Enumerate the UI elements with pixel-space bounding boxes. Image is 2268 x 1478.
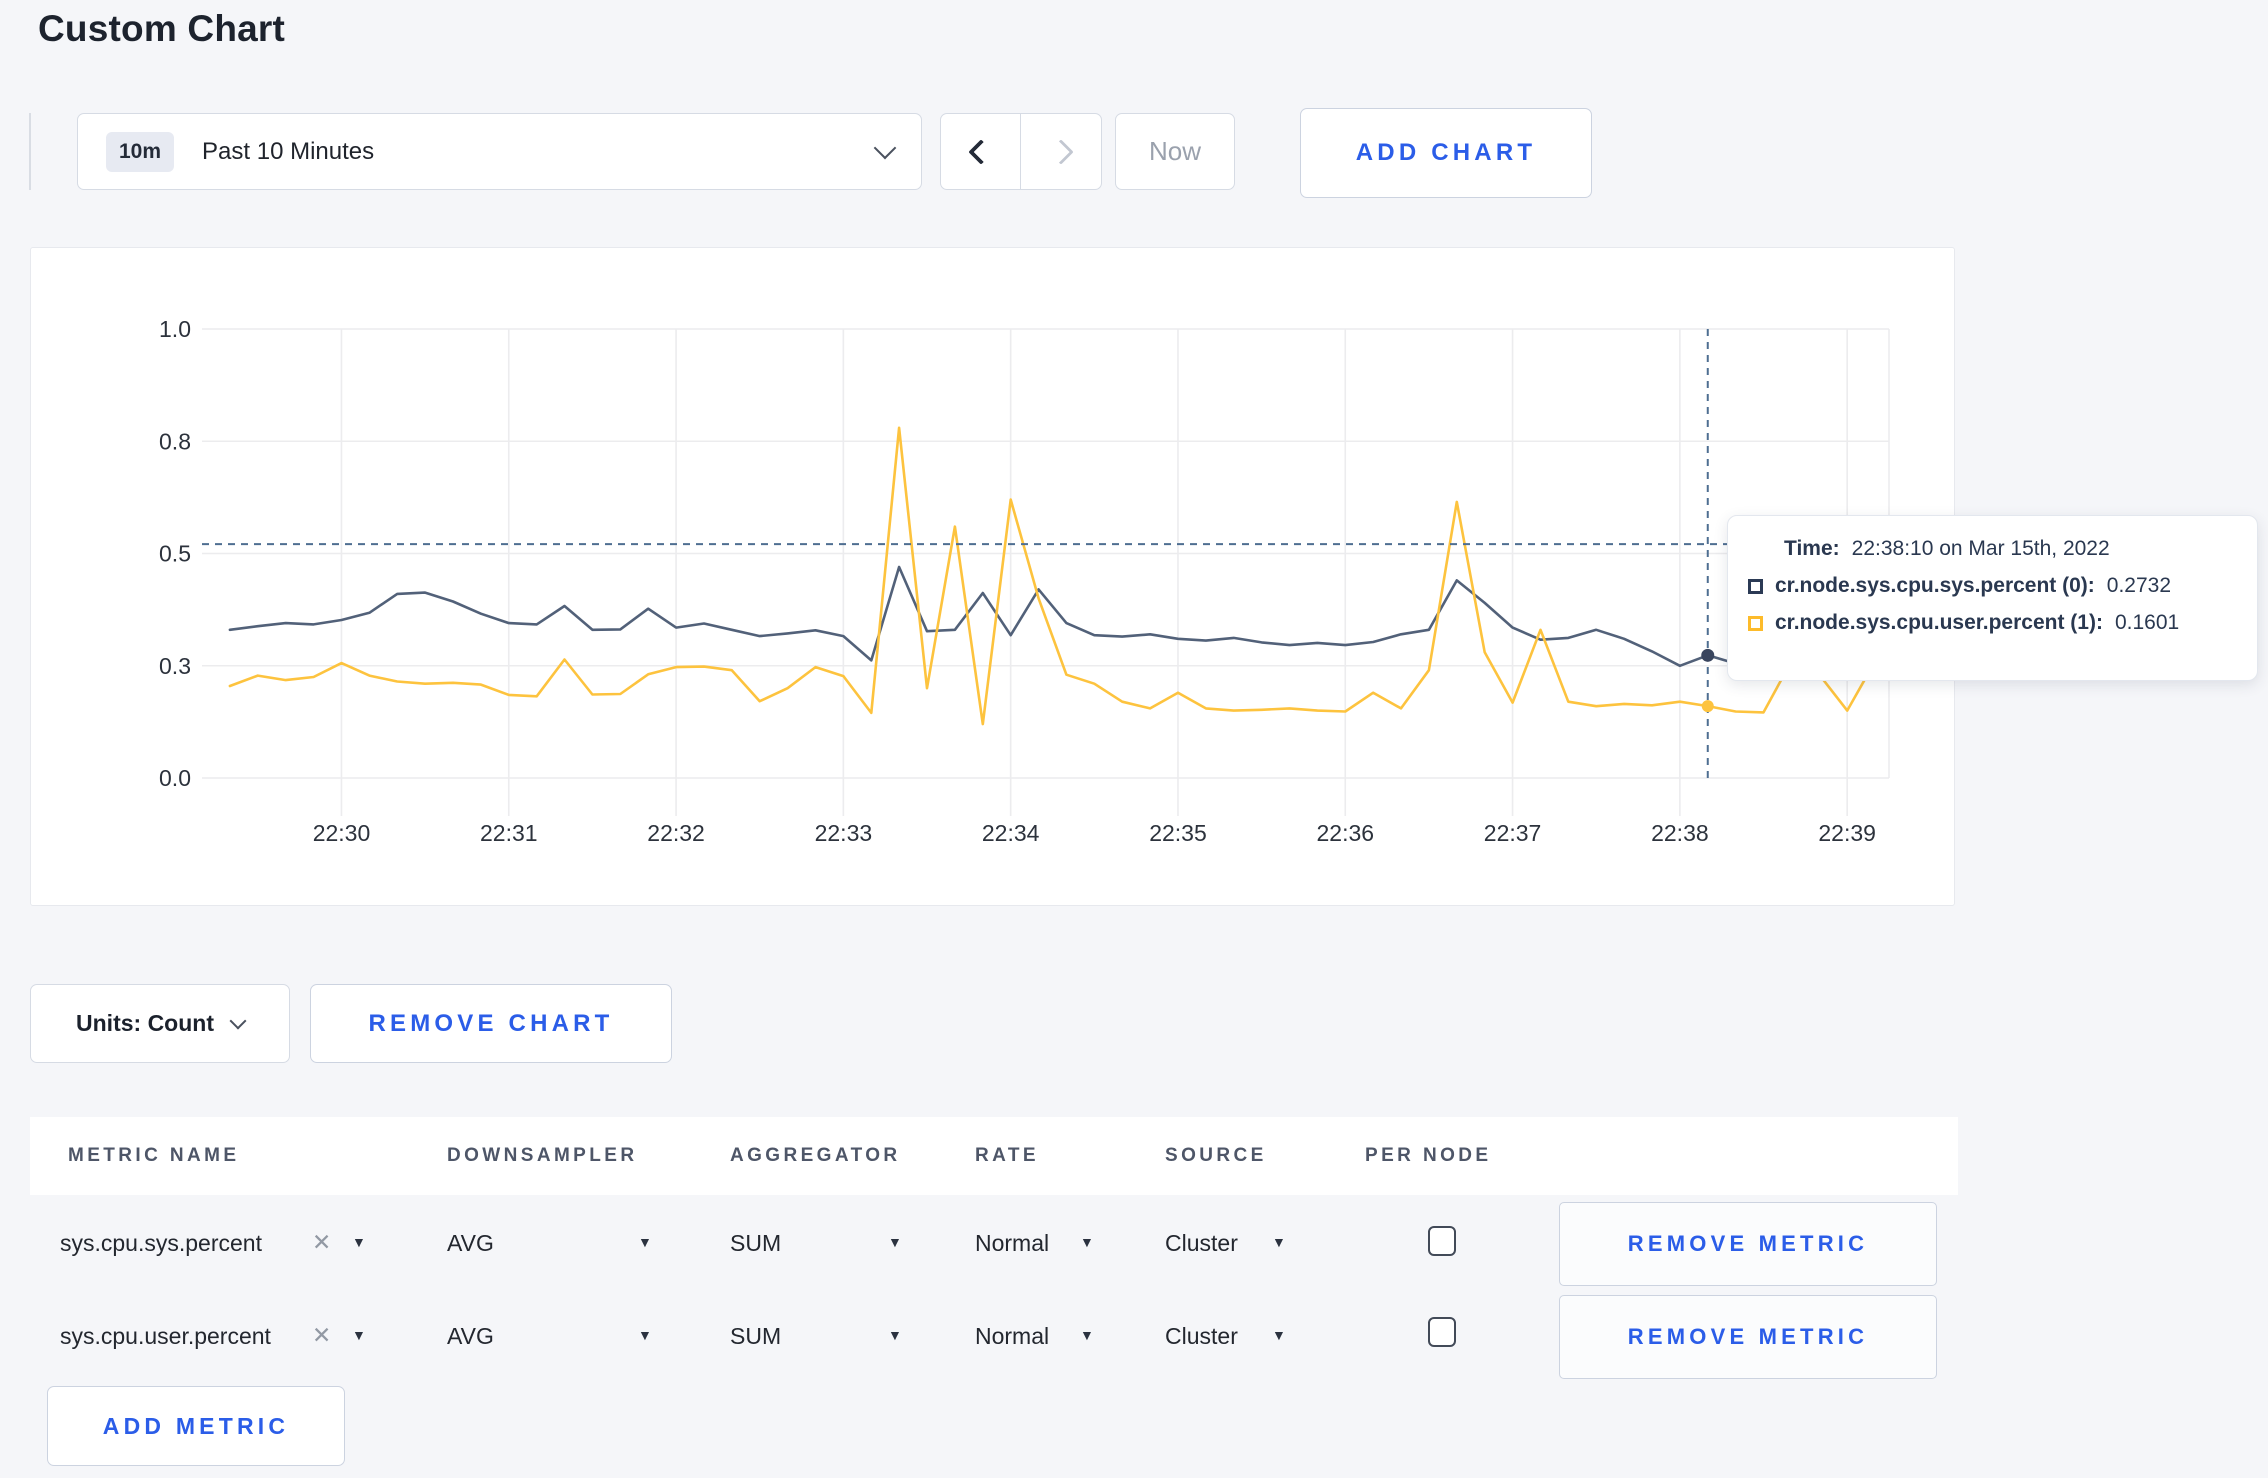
col-downsampler: DOWNSAMPLER — [447, 1145, 638, 1166]
x-tick-label: 22:31 — [480, 820, 538, 846]
tooltip-series-row: cr.node.sys.cpu.user.percent (1): 0.1601 — [1748, 611, 2233, 635]
per-node-checkbox[interactable] — [1428, 1226, 1456, 1256]
caret-down-icon[interactable]: ▼ — [1080, 1234, 1094, 1250]
caret-down-icon[interactable]: ▼ — [352, 1327, 366, 1343]
chart-canvas[interactable]: 0.0 0.3 0.5 0.8 1.0 22:30 22:31 22:32 22:33 22:34… — [31, 248, 1954, 905]
chevron-right-icon — [1048, 138, 1074, 165]
x-tick-label: 22:37 — [1484, 820, 1542, 846]
y-tick-label: 0.5 — [159, 541, 191, 567]
caret-down-icon[interactable]: ▼ — [1272, 1234, 1286, 1250]
remove-metric-button[interactable]: REMOVE METRIC — [1559, 1202, 1937, 1286]
x-tick-label: 22:33 — [815, 820, 873, 846]
add-metric-button[interactable]: ADD METRIC — [47, 1386, 345, 1466]
chevron-down-icon — [873, 136, 897, 159]
caret-down-icon[interactable]: ▼ — [888, 1234, 902, 1250]
metrics-table-header: METRIC NAME DOWNSAMPLER AGGREGATOR RATE … — [30, 1117, 1958, 1195]
metric-name-value[interactable]: sys.cpu.sys.percent — [60, 1230, 262, 1257]
aggregator-select[interactable]: SUM — [730, 1230, 781, 1257]
source-select[interactable]: Cluster — [1165, 1230, 1238, 1257]
now-button[interactable]: Now — [1115, 113, 1235, 190]
chevron-down-icon — [229, 1012, 247, 1029]
col-source: SOURCE — [1165, 1145, 1267, 1166]
tooltip-time-label: Time: — [1784, 537, 1840, 560]
y-tick-label: 0.0 — [159, 765, 191, 791]
page-title: Custom Chart — [38, 8, 286, 49]
tooltip-time-row: Time: 22:38:10 on Mar 15th, 2022 — [1784, 537, 2233, 561]
rate-select[interactable]: Normal — [975, 1323, 1049, 1350]
add-chart-button[interactable]: ADD CHART — [1300, 108, 1592, 198]
col-rate: RATE — [975, 1145, 1039, 1166]
y-tick-label: 0.8 — [159, 428, 191, 454]
series-user-line — [228, 426, 1877, 726]
col-metric-name: METRIC NAME — [68, 1145, 240, 1166]
hover-dot-user — [1701, 700, 1714, 713]
toolbar-divider — [29, 113, 31, 190]
col-aggregator: AGGREGATOR — [730, 1145, 901, 1166]
y-tick-label: 0.3 — [159, 653, 191, 679]
chart-tooltip: Time: 22:38:10 on Mar 15th, 2022 cr.node… — [1727, 515, 2258, 681]
source-select[interactable]: Cluster — [1165, 1323, 1238, 1350]
x-tick-label: 22:36 — [1316, 820, 1374, 846]
x-tick-label: 22:32 — [647, 820, 705, 846]
remove-chart-button[interactable]: REMOVE CHART — [310, 984, 672, 1063]
tooltip-series-value: 0.1601 — [2114, 611, 2180, 634]
x-tick-label: 22:30 — [313, 820, 371, 846]
col-per-node: PER NODE — [1365, 1145, 1492, 1166]
series-sys-line — [228, 565, 1877, 668]
caret-down-icon[interactable]: ▼ — [1080, 1327, 1094, 1343]
series-sys-swatch-icon — [1748, 578, 1763, 594]
series-user-swatch-icon — [1748, 615, 1763, 631]
x-tick-label: 22:39 — [1818, 820, 1876, 846]
chevron-left-icon — [967, 138, 994, 165]
chart-card: 0.0 0.3 0.5 0.8 1.0 22:30 22:31 22:32 22:33 22:34… — [30, 247, 1955, 906]
aggregator-select[interactable]: SUM — [730, 1323, 781, 1350]
time-range-selector[interactable]: 10m Past 10 Minutes — [77, 113, 922, 190]
hover-dot-sys — [1701, 648, 1715, 662]
tooltip-series-label: cr.node.sys.cpu.user.percent (1): — [1775, 611, 2103, 634]
next-time-button[interactable] — [1021, 114, 1101, 189]
time-range-badge: 10m — [106, 131, 175, 172]
downsampler-select[interactable]: AVG — [447, 1230, 494, 1257]
caret-down-icon[interactable]: ▼ — [888, 1327, 902, 1343]
units-label: Units: Count — [76, 1010, 214, 1036]
x-tick-label: 22:35 — [1149, 820, 1207, 846]
units-selector[interactable]: Units: Count — [30, 984, 290, 1063]
downsampler-select[interactable]: AVG — [447, 1323, 494, 1350]
caret-down-icon[interactable]: ▼ — [1272, 1327, 1286, 1343]
rate-select[interactable]: Normal — [975, 1230, 1049, 1257]
tooltip-time-value: 22:38:10 on Mar 15th, 2022 — [1851, 537, 2110, 560]
time-pager — [940, 113, 1102, 190]
caret-down-icon[interactable]: ▼ — [352, 1234, 366, 1250]
caret-down-icon[interactable]: ▼ — [638, 1327, 652, 1343]
time-range-label: Past 10 Minutes — [202, 137, 375, 165]
remove-metric-x-icon[interactable]: ✕ — [312, 1322, 331, 1349]
per-node-checkbox[interactable] — [1428, 1317, 1456, 1347]
tooltip-series-row: cr.node.sys.cpu.sys.percent (0): 0.2732 — [1748, 574, 2233, 598]
metric-name-value[interactable]: sys.cpu.user.percent — [60, 1323, 271, 1350]
remove-metric-button[interactable]: REMOVE METRIC — [1559, 1295, 1937, 1379]
caret-down-icon[interactable]: ▼ — [638, 1234, 652, 1250]
remove-metric-x-icon[interactable]: ✕ — [312, 1229, 331, 1256]
x-tick-label: 22:38 — [1651, 820, 1709, 846]
x-tick-label: 22:34 — [982, 820, 1040, 846]
y-tick-label: 1.0 — [159, 316, 191, 342]
tooltip-series-value: 0.2732 — [2106, 574, 2172, 597]
prev-time-button[interactable] — [941, 114, 1021, 189]
tooltip-series-label: cr.node.sys.cpu.sys.percent (0): — [1775, 574, 2095, 597]
